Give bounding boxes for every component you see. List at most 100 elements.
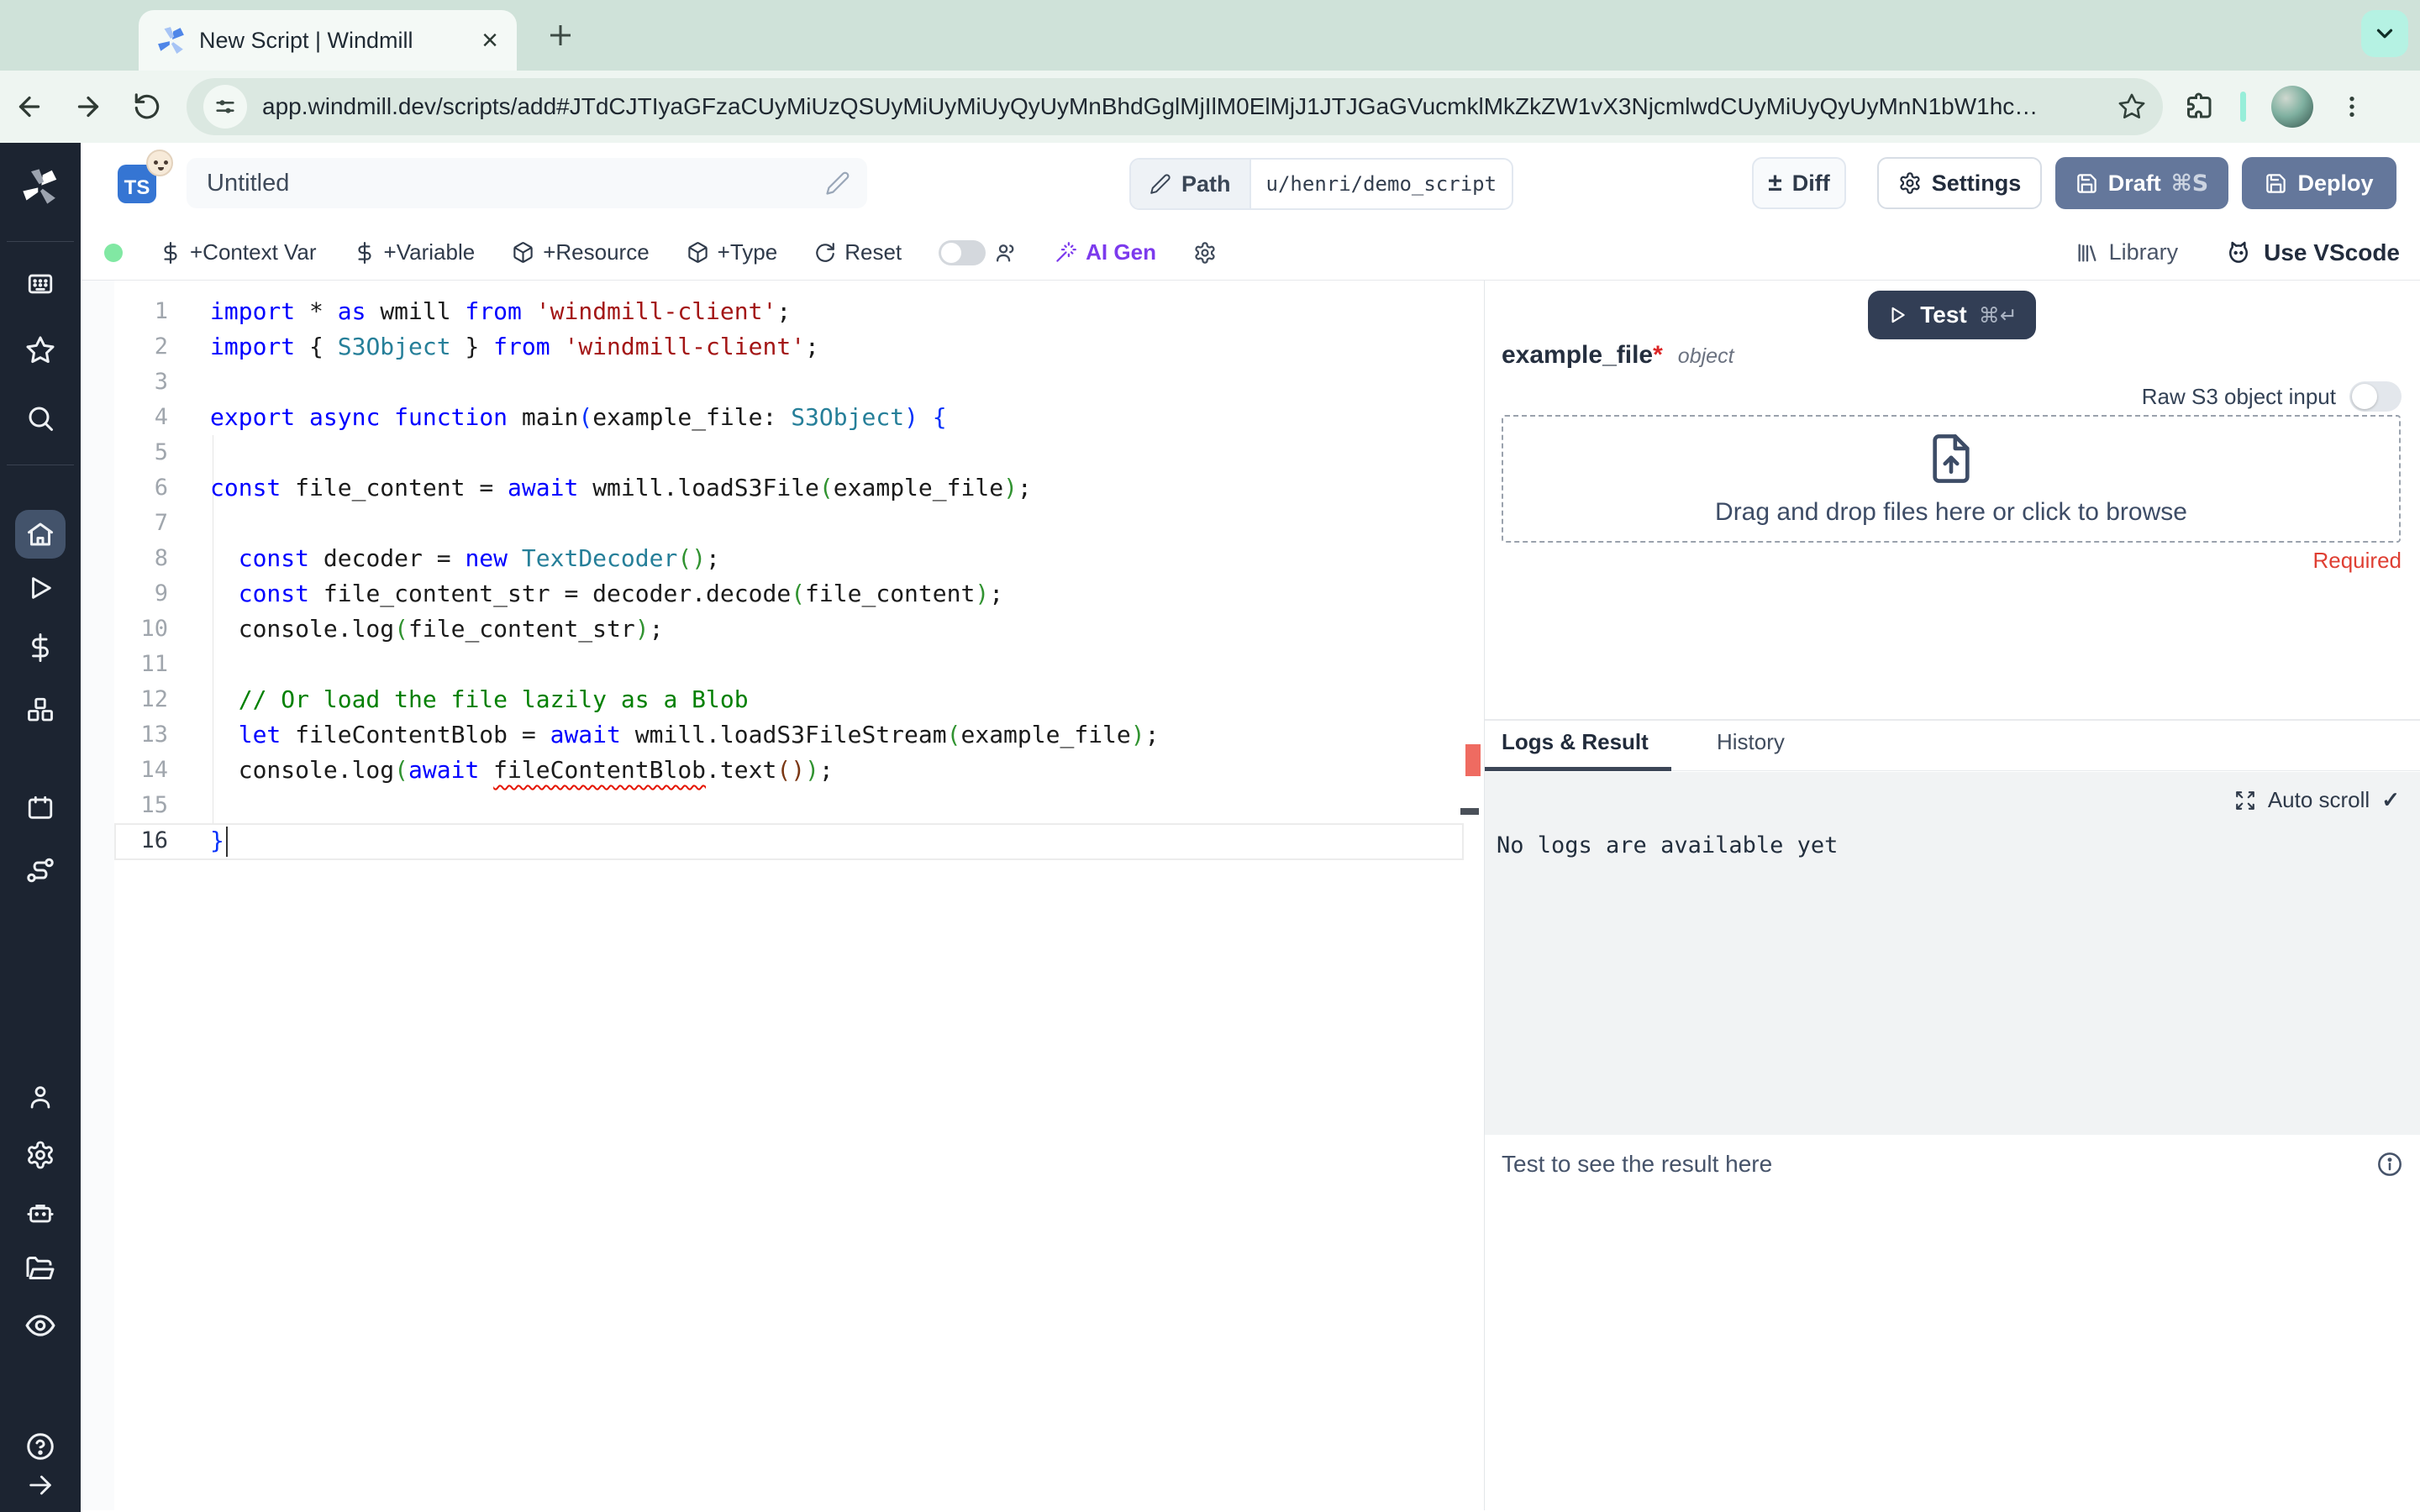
draft-shortcut: ⌘S [2170, 170, 2209, 197]
back-button[interactable] [0, 92, 59, 122]
sidebar-item-flows[interactable] [25, 855, 55, 885]
sidebar-item-folders[interactable] [25, 1254, 55, 1284]
save-icon [2076, 173, 2096, 193]
url-bar[interactable]: app.windmill.dev/scripts/add#JTdCJTIyaGF… [187, 78, 2163, 135]
type-label: +Type [717, 239, 778, 265]
script-title-value: Untitled [207, 169, 290, 197]
reload-button[interactable] [118, 92, 176, 121]
tab-history[interactable]: History [1717, 729, 1785, 755]
expand-icon [2235, 790, 2254, 810]
library-button[interactable]: Library [2075, 239, 2179, 265]
play-icon [1891, 307, 1905, 323]
file-upload-icon [1933, 434, 1970, 483]
sidebar-item-settings[interactable] [25, 1140, 55, 1170]
profile-separator [2240, 92, 2246, 122]
reset-label: Reset [844, 239, 902, 265]
path-edit-button[interactable]: Path [1131, 160, 1251, 208]
sidebar-item-workers[interactable] [26, 1199, 55, 1227]
draft-label: Draft [2107, 170, 2161, 196]
add-context-var-button[interactable]: +Context Var [160, 239, 317, 265]
editor-settings-gear-icon[interactable] [1193, 241, 1217, 265]
tab-logs-result[interactable]: Logs & Result [1502, 729, 1649, 755]
preview-panel: Test ⌘↵ example_file* object Raw S3 obje… [1485, 281, 2420, 1510]
ai-gen-button[interactable]: AI Gen [1055, 239, 1156, 265]
path-field[interactable]: Path u/henri/demo_script [1129, 158, 1514, 210]
argument-header: example_file* object [1502, 341, 1734, 370]
sidebar-item-help[interactable] [25, 1431, 55, 1462]
auto-scroll-control[interactable]: Auto scroll ✓ [2234, 787, 2400, 813]
add-variable-button[interactable]: +Variable [354, 239, 476, 265]
test-button[interactable]: Test ⌘↵ [1868, 291, 2036, 339]
result-placeholder-text: Test to see the result here [1502, 1151, 1773, 1177]
multiplayer-toggle[interactable] [939, 239, 1018, 265]
sidebar-item-user[interactable] [26, 1083, 55, 1111]
sidebar-item-search[interactable] [25, 403, 55, 433]
toggle-off[interactable] [939, 239, 986, 265]
sidebar-divider [7, 241, 74, 242]
argument-name: example_file* [1502, 341, 1663, 369]
raw-s3-toggle-row: Raw S3 object input [2142, 381, 2402, 412]
windmill-favicon-icon [157, 26, 186, 55]
auto-scroll-label: Auto scroll [2267, 787, 2370, 812]
browser-menu-icon[interactable] [2338, 93, 2365, 120]
raw-s3-toggle[interactable] [2349, 381, 2402, 412]
new-tab-button[interactable] [542, 17, 579, 54]
edit-title-pencil-icon[interactable] [825, 171, 850, 196]
test-shortcut: ⌘↵ [1978, 302, 2018, 328]
raw-s3-label: Raw S3 object input [2141, 383, 2336, 409]
presence-avatar [146, 150, 173, 176]
windmill-logo-icon[interactable] [22, 168, 59, 205]
ai-gen-label: AI Gen [1086, 239, 1156, 265]
sidebar-item-home[interactable] [25, 519, 55, 549]
use-vscode-button[interactable]: Use VScode [2225, 239, 2400, 266]
close-tab-icon[interactable]: × [481, 26, 498, 55]
plus-minus-icon: ± [1768, 169, 1782, 197]
extensions-puzzle-icon[interactable] [2185, 92, 2215, 122]
sidebar-item-resources[interactable] [25, 695, 55, 725]
code-editor[interactable]: 1 2 3 4 5 6 7 8 9 10 11 12 13 14 15 16 import * as wmil… [114, 281, 1464, 1510]
forward-button[interactable] [59, 92, 118, 122]
sidebar-item-favorites[interactable] [25, 335, 55, 365]
sidebar-item-audit[interactable] [24, 1310, 56, 1341]
reset-button[interactable]: Reset [814, 239, 902, 265]
add-resource-button[interactable]: +Resource [512, 239, 650, 265]
path-value[interactable]: u/henri/demo_script [1251, 160, 1512, 208]
script-title-input[interactable]: Untitled [187, 158, 867, 208]
reload-icon [134, 93, 160, 119]
dropzone-text: Drag and drop files here or click to bro… [1715, 498, 2187, 526]
url-text[interactable]: app.windmill.dev/scripts/add#JTdCJTIyaGF… [262, 93, 2118, 120]
chevron-down-icon [2376, 29, 2393, 39]
tab-search-chevron-button[interactable] [2361, 10, 2408, 57]
code-lines[interactable]: import * as wmill from 'windmill-client'… [210, 294, 1160, 858]
lsp-status-dot [104, 243, 123, 262]
add-type-button[interactable]: +Type [687, 239, 778, 265]
info-icon[interactable] [2376, 1151, 2403, 1178]
save-icon [2266, 173, 2286, 193]
deploy-label: Deploy [2297, 170, 2374, 196]
app-sidebar [0, 143, 81, 1512]
diff-button[interactable]: ± Diff [1752, 157, 1846, 209]
variable-label: +Variable [383, 239, 476, 265]
sidebar-expand-icon[interactable] [26, 1471, 55, 1499]
browser-actions [2185, 86, 2365, 128]
sidebar-item-schedules[interactable] [26, 794, 55, 822]
settings-button[interactable]: Settings [1877, 157, 2042, 209]
draft-button[interactable]: Draft ⌘S [2055, 157, 2228, 209]
logs-output-area: Auto scroll ✓ No logs are available yet [1485, 772, 2420, 1135]
use-vscode-label: Use VScode [2264, 239, 2400, 265]
file-dropzone[interactable]: Drag and drop files here or click to bro… [1502, 415, 2401, 543]
settings-label: Settings [1931, 170, 2022, 196]
sidebar-item-runs[interactable] [26, 574, 55, 602]
pencil-icon [1150, 174, 1171, 194]
sidebar-item-variables[interactable] [26, 633, 55, 662]
library-label: Library [2108, 239, 2179, 265]
tab-title: New Script | Windmill [199, 27, 413, 53]
sidebar-item-apps[interactable] [26, 270, 55, 298]
bookmark-star-icon[interactable] [2118, 92, 2146, 121]
deploy-button[interactable]: Deploy [2242, 157, 2396, 209]
dollar-icon [164, 241, 177, 264]
site-settings-icon[interactable] [203, 85, 247, 129]
browser-tab[interactable]: New Script | Windmill × [139, 10, 517, 71]
package-icon [687, 242, 708, 263]
browser-profile-avatar[interactable] [2271, 86, 2313, 128]
